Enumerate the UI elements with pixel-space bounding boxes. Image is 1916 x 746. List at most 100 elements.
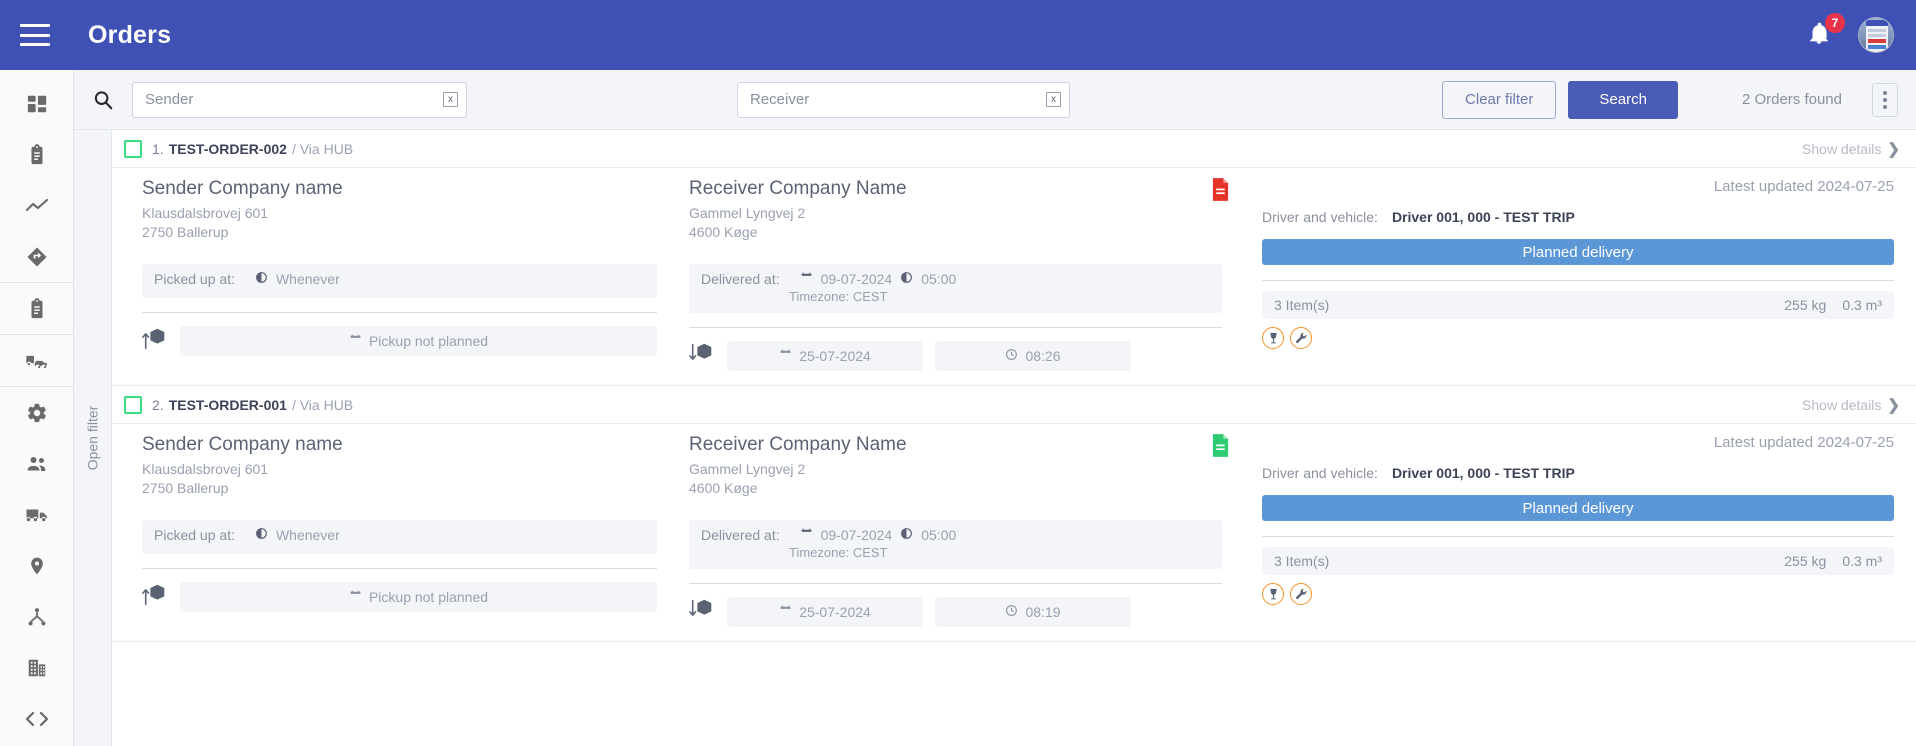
order-summary-column: Latest updated 2024-07-25 Driver and veh… <box>1242 178 1916 371</box>
show-details-link[interactable]: Show details ❯ <box>1802 140 1900 158</box>
delivered-time-box: Delivered at: 09-07-2024 05:00 Timezone:… <box>689 520 1222 569</box>
document-icon[interactable] <box>1211 178 1230 206</box>
clipboard-list-icon <box>26 143 48 166</box>
items-weight: 255 kg <box>1784 297 1827 313</box>
sidebar-item-vehicles[interactable] <box>0 489 74 540</box>
items-summary: 3 Item(s) 255 kg 0.3 m³ <box>1262 291 1894 319</box>
sidebar-item-tasks[interactable] <box>0 283 74 334</box>
items-count: 3 Item(s) <box>1274 297 1330 313</box>
order-checkbox[interactable] <box>124 139 142 158</box>
receiver-city: 4600 Køge <box>689 224 758 240</box>
pickup-not-planned-pill[interactable]: Pickup not planned <box>180 582 657 612</box>
app-root: Orders 7 Sender x Receiver x Clear filte… <box>0 0 1916 746</box>
delivered-date: 09-07-2024 <box>820 527 893 543</box>
sidebar-item-hierarchy[interactable] <box>0 591 74 642</box>
sender-company: Sender Company name <box>142 178 343 199</box>
sender-city: 2750 Ballerup <box>142 224 229 240</box>
sidebar-item-orders[interactable] <box>0 129 74 180</box>
delivery-plan-row: 25-07-2024 08:19 <box>689 597 1222 627</box>
open-filter-tab[interactable]: Open filter <box>74 130 112 746</box>
search-icon[interactable] <box>74 89 132 111</box>
delivered-time: 05:00 <box>921 271 957 287</box>
sidebar-item-users[interactable] <box>0 438 74 489</box>
show-details-link[interactable]: Show details ❯ <box>1802 396 1900 414</box>
delivery-time-pill[interactable]: 08:19 <box>935 597 1131 627</box>
order-index: 2. <box>152 396 164 413</box>
sidebar-item-fleet[interactable] <box>0 335 74 386</box>
pickup-plan-row: Pickup not planned <box>142 326 657 356</box>
delivery-date-pill[interactable]: 25-07-2024 <box>727 341 923 371</box>
sidebar-item-developer[interactable] <box>0 693 74 744</box>
fragile-icon[interactable] <box>1262 583 1284 605</box>
chevron-right-icon: ❯ <box>1887 396 1900 414</box>
driver-vehicle-row: Driver and vehicle: Driver 001, 000 - TE… <box>1262 465 1894 481</box>
order-header: 1. TEST-ORDER-002 / Via HUB Show details… <box>112 130 1916 168</box>
sender-street: Klausdalsbrovej 601 <box>142 205 269 221</box>
delivery-time-label: 08:26 <box>1025 348 1061 364</box>
show-details-label: Show details <box>1802 396 1882 413</box>
kebab-menu-icon[interactable] <box>1872 82 1898 117</box>
order-card: 1. TEST-ORDER-002 / Via HUB Show details… <box>112 130 1916 386</box>
delivered-label: Delivered at: <box>701 527 780 543</box>
wrench-icon[interactable] <box>1290 583 1312 605</box>
delivery-date-pill[interactable]: 25-07-2024 <box>727 597 923 627</box>
sender-city: 2750 Ballerup <box>142 480 229 496</box>
order-summary-column: Latest updated 2024-07-25 Driver and veh… <box>1242 434 1916 627</box>
sidebar-item-companies[interactable] <box>0 642 74 693</box>
delivery-date-label: 25-07-2024 <box>799 348 871 364</box>
order-via: / Via HUB <box>291 396 354 413</box>
map-pin-icon <box>27 555 47 577</box>
building-icon <box>26 657 48 679</box>
clear-sender-icon[interactable]: x <box>443 92 458 107</box>
fragile-icon[interactable] <box>1262 327 1284 349</box>
items-volume: 0.3 m³ <box>1842 553 1882 569</box>
chevron-right-icon: ❯ <box>1887 140 1900 158</box>
package-up-icon <box>142 583 168 612</box>
hamburger-icon[interactable] <box>20 24 50 46</box>
package-down-icon <box>689 598 715 627</box>
receiver-street: Gammel Lyngvej 2 <box>689 461 806 477</box>
status-badge[interactable]: Planned delivery <box>1262 239 1894 265</box>
avatar[interactable] <box>1858 17 1894 53</box>
pickup-not-planned-pill[interactable]: Pickup not planned <box>180 326 657 356</box>
line-chart-icon <box>25 196 49 216</box>
receiver-input[interactable] <box>738 82 1069 117</box>
sidebar-item-routes[interactable] <box>0 231 74 282</box>
driver-value: Driver 001, 000 - TEST TRIP <box>1391 209 1575 225</box>
delivery-time-label: 08:19 <box>1025 604 1061 620</box>
sidebar-item-locations[interactable] <box>0 540 74 591</box>
receiver-column: Receiver Company Name Gammel Lyngvej 2 4… <box>677 434 1242 627</box>
order-checkbox[interactable] <box>124 395 142 414</box>
wrench-icon[interactable] <box>1290 327 1312 349</box>
items-volume: 0.3 m³ <box>1842 297 1882 313</box>
clock-icon <box>255 271 268 287</box>
delivered-timezone: Timezone: CEST <box>789 545 888 560</box>
truck-car-icon <box>25 351 49 371</box>
clear-filter-button[interactable]: Clear filter <box>1442 80 1557 119</box>
status-badge[interactable]: Planned delivery <box>1262 495 1894 521</box>
divider <box>689 327 1222 328</box>
clock-icon <box>900 527 913 543</box>
picked-up-label: Picked up at: <box>154 271 235 287</box>
order-id: TEST-ORDER-002 <box>168 140 287 157</box>
bell-icon[interactable]: 7 <box>1806 13 1845 51</box>
sitemap-icon <box>26 606 48 628</box>
package-up-icon <box>142 327 168 356</box>
sidebar-item-statistics[interactable] <box>0 180 74 231</box>
document-icon[interactable] <box>1211 434 1230 462</box>
clear-receiver-icon[interactable]: x <box>1046 92 1061 107</box>
divider <box>1262 536 1894 537</box>
sender-input[interactable] <box>133 82 466 117</box>
search-button[interactable]: Search <box>1568 80 1678 119</box>
dashboard-grid-icon <box>26 93 48 115</box>
delivered-timezone: Timezone: CEST <box>789 289 888 304</box>
items-weight: 255 kg <box>1784 553 1827 569</box>
delivered-date: 09-07-2024 <box>820 271 893 287</box>
sender-column: Sender Company name Klausdalsbrovej 601 … <box>112 178 677 371</box>
delivery-time-pill[interactable]: 08:26 <box>935 341 1131 371</box>
latest-updated: Latest updated 2024-07-25 <box>1713 434 1894 451</box>
sidebar-item-settings[interactable] <box>0 387 74 438</box>
filter-bar: x x Clear filter Search 2 Orders found <box>74 70 1916 130</box>
sidebar-item-dashboard[interactable] <box>0 78 74 129</box>
gear-icon <box>26 402 48 424</box>
